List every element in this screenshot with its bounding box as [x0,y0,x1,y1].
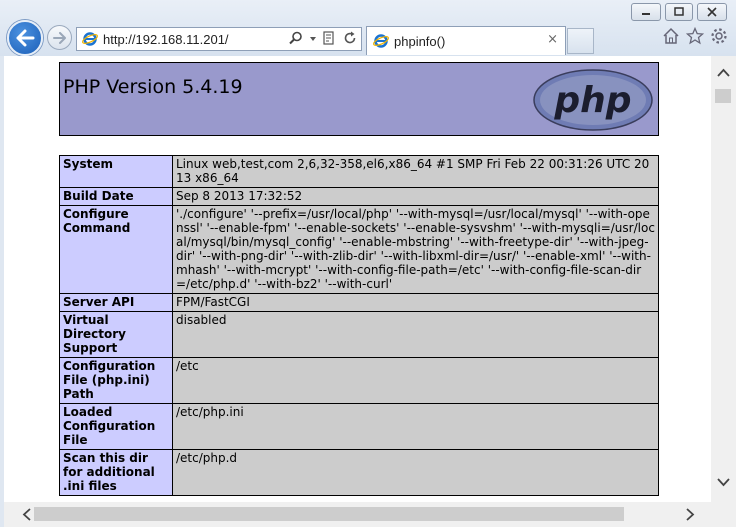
scroll-up-icon[interactable] [716,66,731,78]
row-key: Scan this dir for additional .ini files [59,449,173,496]
scroll-right-icon[interactable] [684,507,696,521]
vertical-scroll-thumb[interactable] [715,89,731,103]
search-icon[interactable] [289,31,303,45]
table-row: Scan this dir for additional .ini files /… [59,449,659,496]
address-bar[interactable] [76,27,362,51]
dropdown-arrow-icon[interactable] [309,31,317,45]
forward-button[interactable] [47,25,72,50]
table-row: Loaded Configuration File/etc/php.ini [59,403,659,450]
scrollbar-corner [711,502,736,527]
arrow-left-icon [16,29,35,47]
new-tab-button[interactable] [567,28,594,54]
info-table: System Linux web,test,com 2,6,32-358,el6,… [59,155,659,496]
tab-phpinfo[interactable]: phpinfo() × [366,26,566,55]
tab-close-icon[interactable]: × [547,32,558,47]
minimize-icon [642,13,650,15]
vertical-scrollbar[interactable] [711,56,736,502]
arrow-right-icon [52,31,66,44]
scroll-down-icon[interactable] [716,476,731,488]
table-row: Configure Command './configure' '--prefix… [59,205,659,294]
tab-title: phpinfo() [394,33,446,49]
horizontal-scroll-thumb[interactable] [34,507,624,521]
row-key: Build Date [59,187,173,206]
table-row: System Linux web,test,com 2,6,32-358,el6,… [59,155,659,188]
row-key: Server API [59,293,173,312]
maximize-button[interactable] [665,3,693,21]
table-row: Configuration File (php.ini) Path/etc [59,357,659,404]
row-value: /etc [172,357,659,404]
page-title: PHP Version 5.4.19 [63,76,243,98]
back-button[interactable] [7,20,43,56]
row-key: Loaded Configuration File [59,403,173,450]
maximize-icon [674,7,684,16]
row-key: Configure Command [59,205,173,294]
php-logo: php [533,69,653,131]
table-row: Server API FPM/FastCGI [59,293,659,312]
table-row: Virtual Directory Support disabled [59,311,659,358]
browser-chrome: phpinfo() × [0,0,736,56]
row-value: './configure' '--prefix=/usr/local/php' … [172,205,659,294]
phpinfo-container: PHP Version 5.4.19 php System Linux web,t… [59,62,659,496]
row-value: /etc/php.d [172,449,659,496]
close-icon [707,7,717,17]
row-value: Sep 8 2013 17:32:52 [172,187,659,206]
page-viewport: PHP Version 5.4.19 php System Linux web,t… [4,56,711,502]
row-key: Configuration File (php.ini) Path [59,357,173,404]
row-value: Linux web,test,com 2,6,32-358,el6,x86_64… [172,155,659,188]
php-logo-text: php [553,80,631,121]
row-value: FPM/FastCGI [172,293,659,312]
url-input[interactable] [103,31,293,47]
ie-page-icon [373,34,389,48]
php-version-header: PHP Version 5.4.19 php [59,62,659,136]
scroll-left-icon[interactable] [20,507,32,521]
gear-icon[interactable] [710,27,728,45]
close-window-button[interactable] [697,3,727,21]
row-key: Virtual Directory Support [59,311,173,358]
minimize-button[interactable] [631,3,661,21]
row-key: System [59,155,173,188]
horizontal-scrollbar[interactable] [4,502,711,527]
compatibility-view-icon[interactable] [323,31,337,45]
home-icon[interactable] [662,27,680,45]
row-value: disabled [172,311,659,358]
ie-page-icon [82,32,98,46]
favorites-star-icon[interactable] [686,27,704,45]
refresh-icon[interactable] [343,31,357,45]
table-row: Build Date Sep 8 2013 17:32:52 [59,187,659,206]
row-value: /etc/php.ini [172,403,659,450]
